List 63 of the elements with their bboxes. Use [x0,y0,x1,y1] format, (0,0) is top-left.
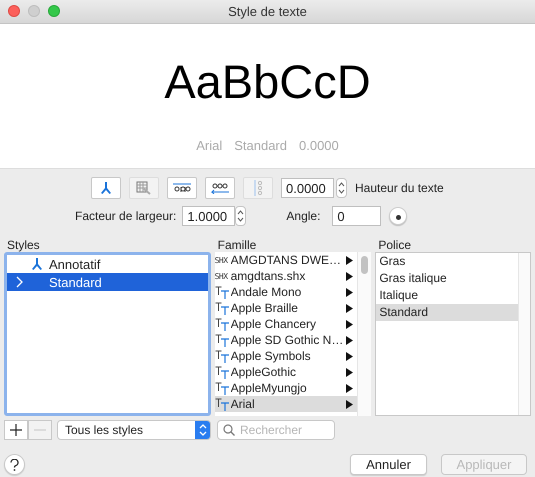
style-item[interactable]: Standard [7,273,208,291]
window-title: Style de texte [228,4,307,19]
text-height-field[interactable]: 0.0000 [281,178,334,198]
family-item[interactable]: SHX amgdtans.shx [214,268,358,284]
truetype-font-icon [214,318,230,330]
text-height-label: Hauteur du texte [355,181,444,195]
grid-icon [136,181,152,195]
family-item[interactable]: Apple SD Gothic N… [214,332,358,348]
plus-icon [10,424,22,436]
truetype-font-icon [214,366,230,378]
angle-label: Angle: [286,209,320,223]
preview-sample: AaBbCcD [164,55,371,109]
stepper[interactable] [336,178,347,198]
family-item[interactable]: Arial [214,396,358,412]
angle-field[interactable]: 0 [332,206,382,226]
family-item[interactable]: Apple Symbols [214,348,358,364]
font-style-item[interactable]: Italique [376,287,518,304]
font-style-item[interactable]: Standard [376,304,518,321]
up-down-arrows-icon [198,423,206,437]
upside-down-text-icon [172,183,192,193]
shx-font-icon: SHX [214,256,229,264]
preview-font: Arial [196,138,222,153]
help-button[interactable] [4,454,25,475]
truetype-font-icon [214,398,230,410]
question-mark-icon [10,458,19,470]
family-item[interactable]: SHX AMGDTANS DWE… [214,252,358,268]
annotative-icon [100,182,112,194]
backwards-text-icon [210,182,230,194]
minus-icon [34,429,46,431]
family-item[interactable]: AppleGothic [214,364,358,380]
styles-header: Styles [6,238,41,252]
preview-height: 0.0000 [299,138,339,153]
shx-font-icon: SHX [214,272,229,280]
close-button[interactable] [8,5,20,17]
truetype-font-icon [214,286,230,298]
width-factor-field[interactable]: 1.0000 [182,206,236,226]
upside-tool-button[interactable] [167,177,197,199]
annotative-tool-button[interactable] [91,177,121,199]
dialog-button[interactable]: Annuler [350,454,427,475]
font-style-header: Police [377,238,412,252]
family-item[interactable]: Andale Mono [214,284,358,300]
backwards-tool-button[interactable] [205,177,235,199]
truetype-font-icon [214,350,230,362]
stepper[interactable] [235,206,246,226]
family-header: Famille [216,238,258,252]
width-factor-label: Facteur de largeur: [75,209,176,223]
preview-style: Standard [234,138,287,153]
style-filter-dropdown[interactable]: Tous les styles [57,420,211,440]
zoom-button[interactable] [48,5,60,17]
font-style-item[interactable]: Gras [376,253,518,270]
add-button[interactable] [4,420,28,440]
truetype-font-icon [214,302,230,314]
truetype-font-icon [214,382,230,394]
font-style-item[interactable]: Gras italique [376,270,518,287]
vertical-text-icon [252,179,264,197]
angle-dial[interactable] [389,207,408,225]
scroll-thumb[interactable] [361,256,368,274]
search-field[interactable]: Rechercher [217,420,335,440]
family-item[interactable]: Apple Braille [214,300,358,316]
family-item[interactable]: AppleMyungjo [214,380,358,396]
style-item[interactable]: Annotatif [7,255,208,273]
truetype-font-icon [214,334,230,346]
family-item[interactable]: Apple Chancery [214,316,358,332]
